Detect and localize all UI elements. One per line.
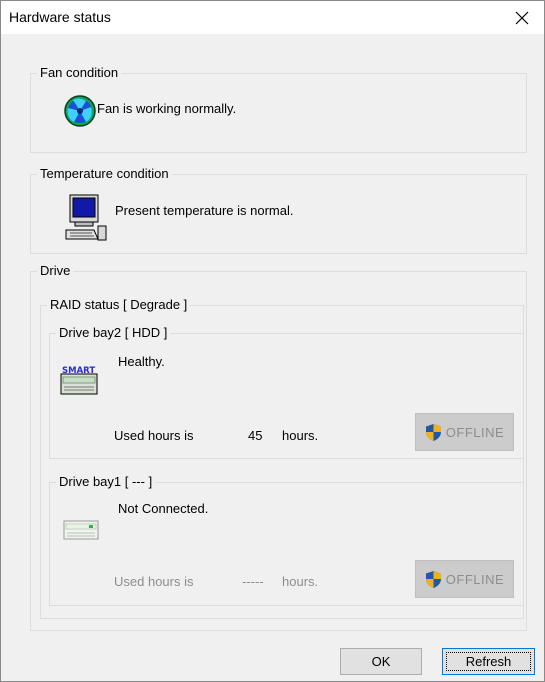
fan-condition-group: Fan condition Fan is working normally. — [30, 65, 527, 153]
drive-bay1-offline-label: OFFLINE — [445, 571, 505, 587]
drive-bay1-offline-button[interactable]: OFFLINE — [415, 560, 514, 598]
focus-rectangle — [446, 652, 531, 671]
fan-icon — [64, 95, 96, 127]
drive-bay2-used-unit: hours. — [282, 428, 319, 443]
shield-icon — [425, 570, 441, 588]
computer-icon — [65, 194, 107, 241]
drive-group: Drive RAID status [ Degrade ] Drive bay2… — [30, 263, 527, 631]
smart-drive-icon: SMART — [60, 366, 98, 395]
drive-bay1-used-value: ----- — [242, 574, 264, 589]
drive-bay2-status-text: Healthy. — [118, 354, 165, 369]
fan-condition-legend: Fan condition — [37, 65, 122, 81]
title-bar: Hardware status — [1, 1, 544, 34]
drive-bay1-legend: Drive bay1 [ --- ] — [56, 474, 156, 490]
temperature-status-text: Present temperature is normal. — [115, 203, 294, 218]
ok-button-label: OK — [371, 654, 391, 669]
window-title: Hardware status — [9, 9, 111, 25]
hardware-status-dialog: Hardware status Fan condition Fan is wor… — [0, 0, 545, 682]
ok-button[interactable]: OK — [340, 648, 422, 675]
fan-status-text: Fan is working normally. — [97, 101, 237, 116]
drive-bay2-offline-button[interactable]: OFFLINE — [415, 413, 514, 451]
close-button[interactable] — [500, 1, 544, 34]
drive-bay2-legend: Drive bay2 [ HDD ] — [56, 325, 171, 341]
drive-bay1-status-text: Not Connected. — [118, 501, 209, 516]
drive-legend: Drive — [37, 263, 74, 279]
drive-bay1-used-label: Used hours is — [114, 574, 194, 589]
drive-bay2-used-label: Used hours is — [114, 428, 194, 443]
drive-bay2-used-value: 45 — [248, 428, 263, 443]
svg-text:SMART: SMART — [62, 366, 95, 376]
drive-disconnected-icon — [63, 520, 99, 540]
drive-bay1-group: Drive bay1 [ --- ] Not Connected. Used h… — [49, 474, 524, 606]
raid-status-group: RAID status [ Degrade ] Drive bay2 [ HDD… — [40, 297, 524, 619]
drive-bay2-offline-label: OFFLINE — [445, 424, 505, 440]
temperature-condition-legend: Temperature condition — [37, 166, 172, 182]
raid-status-legend: RAID status [ Degrade ] — [47, 297, 191, 313]
refresh-button[interactable]: Refresh — [442, 648, 535, 675]
shield-icon — [425, 423, 441, 441]
drive-bay1-used-unit: hours. — [282, 574, 319, 589]
temperature-condition-group: Temperature condition Present temperatur… — [30, 166, 527, 254]
close-icon — [515, 11, 529, 24]
drive-bay2-group: Drive bay2 [ HDD ] SMART Healthy. Used h… — [49, 325, 524, 459]
